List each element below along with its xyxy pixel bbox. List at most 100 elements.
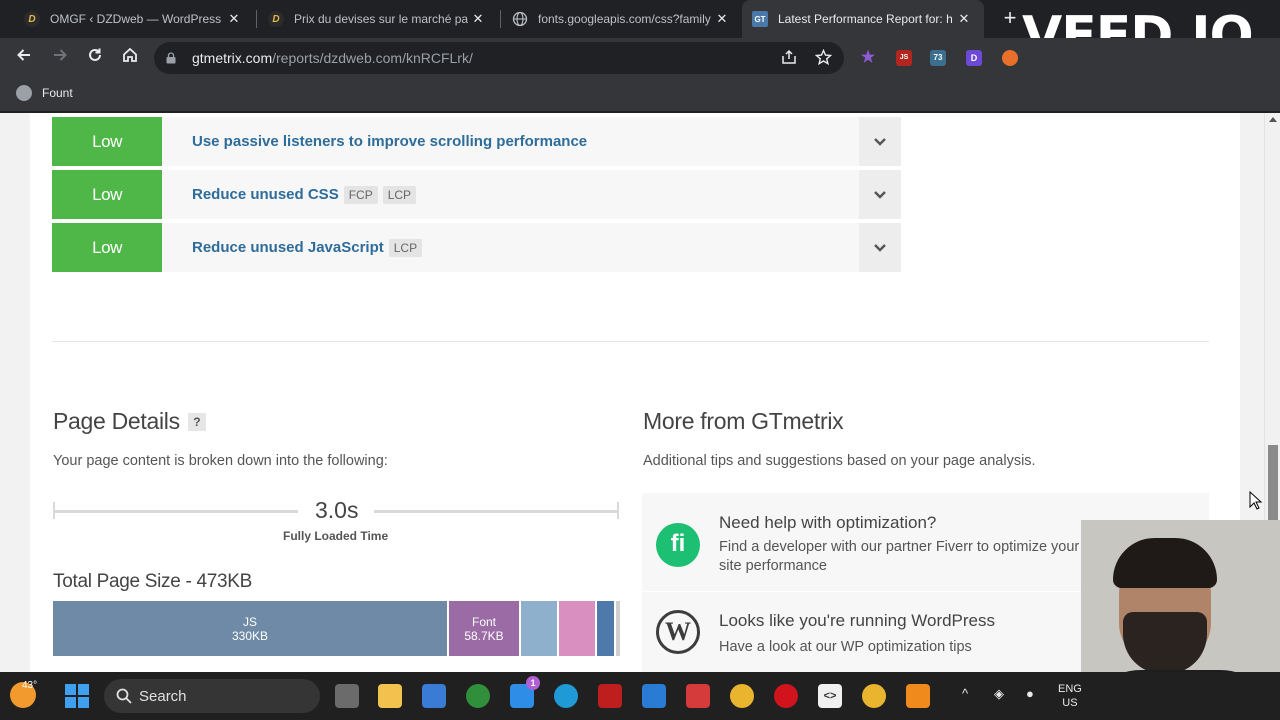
red-app-icon[interactable]: [686, 684, 710, 708]
suggestion-description: Have a look at our WP optimization tips: [719, 639, 972, 655]
impact-badge: Low: [52, 170, 162, 219]
tab-google-fonts[interactable]: fonts.googleapis.com/css?family ✕: [502, 0, 742, 38]
audit-title[interactable]: Reduce unused CSS FCP LCP: [192, 170, 417, 219]
edge-icon[interactable]: [554, 684, 578, 708]
address-bar[interactable]: gtmetrix.com/reports/dzdweb.com/knRCFLrk…: [154, 42, 844, 74]
weather-temperature: 43°: [22, 680, 38, 691]
metric-tag: FCP: [343, 185, 378, 204]
page-details-heading: Page Details?: [53, 408, 206, 435]
tab-omgf[interactable]: D OMGF ‹ DZDweb — WordPress ✕: [14, 0, 254, 38]
scroll-up-arrow-icon[interactable]: [1269, 117, 1277, 122]
audit-row[interactable]: Low Reduce unused JavaScript LCP: [52, 223, 901, 272]
help-button[interactable]: ?: [187, 413, 206, 431]
task-view-icon[interactable]: [335, 684, 359, 708]
suggestion-title: Need help with optimization?: [719, 513, 937, 532]
search-icon: [116, 688, 132, 704]
close-icon[interactable]: ✕: [954, 11, 974, 27]
scrollbar-thumb[interactable]: [1268, 445, 1278, 520]
region-code: US: [1062, 697, 1078, 709]
d-extension-label: D: [970, 53, 978, 63]
tab-title: Prix du devises sur le marché pa: [294, 12, 468, 26]
timeline-line: [374, 510, 619, 513]
fully-loaded-timeline: 3.0s Fully Loaded Time: [53, 497, 619, 560]
audit-title-text: Reduce unused CSS: [192, 186, 339, 203]
close-icon[interactable]: ✕: [224, 11, 244, 27]
browser-toolbar: gtmetrix.com/reports/dzdweb.com/knRCFLrk…: [0, 38, 1280, 78]
bookmark-label: Fount: [42, 86, 73, 100]
share-icon[interactable]: [780, 49, 798, 67]
audit-title-text: Use passive listeners to improve scrolli…: [192, 133, 588, 150]
arrow-right-icon: [54, 49, 67, 61]
tab-prix-devises[interactable]: D Prix du devises sur le marché pa ✕: [258, 0, 498, 38]
close-icon[interactable]: ✕: [468, 11, 488, 27]
taskbar-search[interactable]: Search: [104, 679, 320, 713]
chevron-down-icon: [874, 137, 886, 146]
green-app-icon[interactable]: [466, 684, 490, 708]
js-extension-icon[interactable]: JS: [896, 50, 912, 66]
size-segment-js: JS 330KB: [53, 601, 447, 656]
vscode-icon[interactable]: [642, 684, 666, 708]
filezilla-icon[interactable]: [598, 684, 622, 708]
tray-chevron-up-icon[interactable]: ^: [962, 686, 968, 701]
opera-icon[interactable]: [774, 684, 798, 708]
windows-start-icon[interactable]: [65, 684, 89, 708]
star-icon[interactable]: [814, 48, 832, 67]
audit-title[interactable]: Use passive listeners to improve scrolli…: [192, 117, 587, 166]
globe-icon: [512, 11, 528, 27]
tab-title: Latest Performance Report for: h: [778, 12, 953, 26]
segment-label: Font: [471, 614, 496, 629]
presenter-beard: [1123, 612, 1207, 674]
language-indicator[interactable]: ENG US: [1058, 682, 1082, 710]
mail-badge: 1: [526, 676, 540, 690]
expand-button[interactable]: [859, 170, 901, 219]
metric-tag: LCP: [382, 185, 417, 204]
counter-extension-icon[interactable]: 73: [930, 50, 946, 66]
fully-loaded-value: 3.0s: [315, 497, 359, 523]
fiverr-logo-icon: fi: [656, 523, 700, 567]
more-from-heading: More from GTmetrix: [643, 408, 844, 434]
expand-button[interactable]: [859, 223, 901, 272]
lock-icon: [166, 52, 176, 64]
tray-shield-icon[interactable]: ◈: [994, 686, 1004, 702]
d-letter-icon: D: [268, 11, 284, 27]
tab-divider: [256, 10, 257, 28]
forward-button[interactable]: [48, 46, 72, 70]
tab-gtmetrix-report[interactable]: GT Latest Performance Report for: h ✕: [742, 0, 984, 38]
purple-star-extension-icon[interactable]: ★: [860, 50, 876, 66]
orange-extension-icon[interactable]: [1002, 50, 1018, 66]
reload-icon: [89, 48, 101, 61]
code-app-icon[interactable]: <>: [818, 684, 842, 708]
audit-row[interactable]: Low Reduce unused CSS FCP LCP: [52, 170, 901, 219]
d-extension-icon[interactable]: D: [966, 50, 982, 66]
timeline-line: [53, 510, 298, 513]
page-details-description: Your page content is broken down into th…: [53, 453, 388, 469]
chevron-down-icon: [874, 190, 886, 199]
size-segment: [616, 601, 620, 656]
audit-title[interactable]: Reduce unused JavaScript LCP: [192, 223, 423, 272]
audit-row[interactable]: Low Use passive listeners to improve scr…: [52, 117, 901, 166]
close-icon[interactable]: ✕: [712, 11, 732, 27]
search-label: Search: [139, 688, 187, 705]
chrome-profile-icon[interactable]: [862, 684, 886, 708]
size-segment: [597, 601, 614, 656]
new-tab-button[interactable]: +: [998, 7, 1022, 31]
mouse-cursor-icon: [1249, 491, 1263, 510]
back-button[interactable]: [12, 46, 36, 70]
url-text: gtmetrix.com/reports/dzdweb.com/knRCFLrk…: [192, 50, 473, 66]
bookmark-fount[interactable]: Fount: [16, 85, 73, 101]
home-button[interactable]: [118, 46, 142, 70]
microphone-icon[interactable]: ●: [1026, 686, 1034, 701]
vlc-icon[interactable]: [906, 684, 930, 708]
file-explorer-icon[interactable]: [378, 684, 402, 708]
impact-badge: Low: [52, 223, 162, 272]
timeline-end-tick: [617, 502, 619, 519]
expand-button[interactable]: [859, 117, 901, 166]
size-segment: [559, 601, 595, 656]
store-icon[interactable]: [422, 684, 446, 708]
mail-icon[interactable]: 1: [510, 676, 540, 708]
tab-title: OMGF ‹ DZDweb — WordPress: [50, 12, 222, 26]
reload-button[interactable]: [83, 46, 107, 70]
windows-taskbar: 43° Search 1 <> ^ ◈ ● ENG US: [0, 672, 1280, 720]
js-extension-label: JS: [899, 54, 909, 61]
chrome-icon[interactable]: [730, 684, 754, 708]
